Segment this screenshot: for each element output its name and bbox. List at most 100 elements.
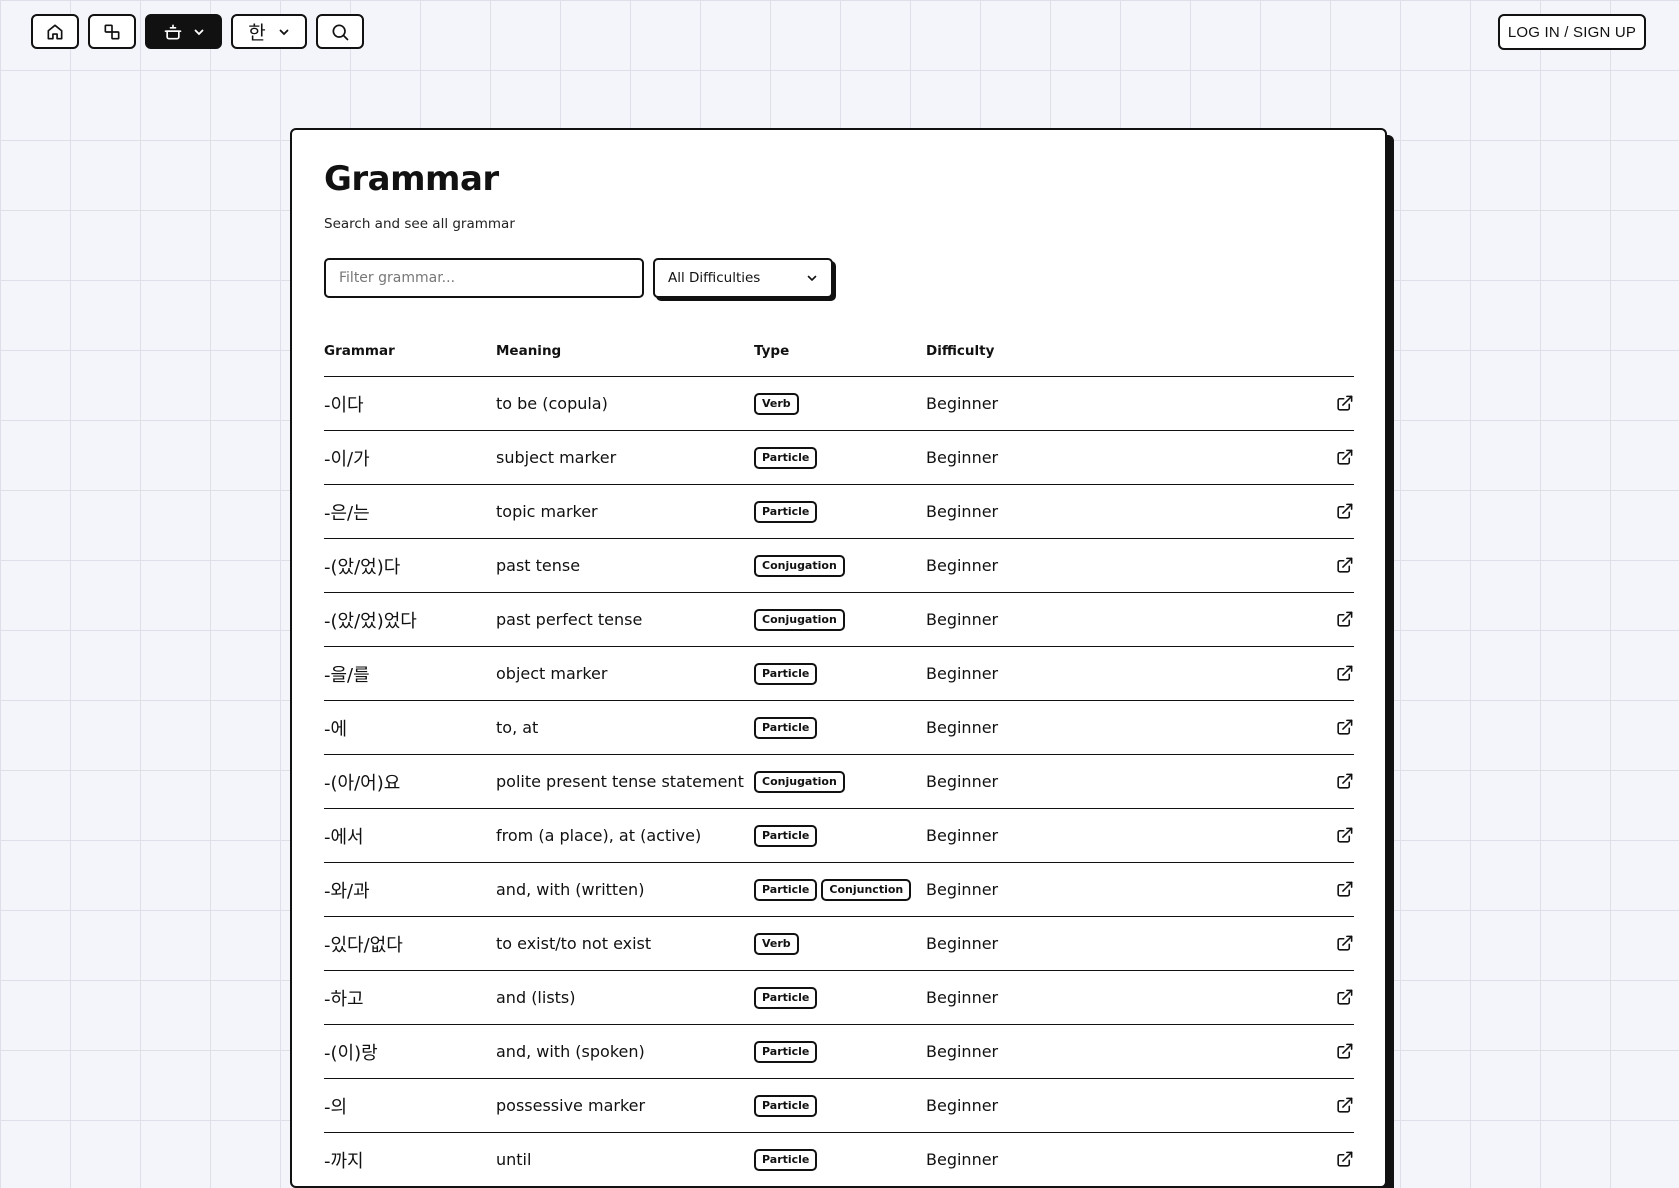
type-badge: Particle: [754, 986, 818, 1009]
type-cell: Particle: [754, 662, 926, 685]
chevron-down-icon: [279, 29, 289, 35]
type-badge: Conjunction: [821, 878, 912, 901]
external-link-icon[interactable]: [1335, 1096, 1354, 1115]
grammar-cell: -하고: [324, 988, 364, 1010]
type-cell: Particle: [754, 1040, 926, 1063]
external-link-icon[interactable]: [1335, 502, 1354, 521]
open-link-cell: [1316, 934, 1354, 953]
difficulty-cell: Beginner: [926, 826, 999, 845]
login-signup-button[interactable]: LOG IN / SIGN UP: [1498, 14, 1646, 50]
chevron-down-icon: [194, 29, 203, 35]
external-link-icon[interactable]: [1335, 934, 1354, 953]
table-header: Grammar Meaning Type Difficulty: [324, 326, 1354, 377]
table-row: -을/를 object marker Particle Beginner: [324, 647, 1354, 701]
meaning-cell: and, with (spoken): [496, 1042, 645, 1061]
meaning-cell: subject marker: [496, 448, 617, 467]
difficulty-cell: Beginner: [926, 934, 999, 953]
type-badge: Verb: [754, 392, 799, 415]
type-badge: Verb: [754, 932, 799, 955]
meaning-cell: possessive marker: [496, 1096, 646, 1115]
type-cell: Particle: [754, 446, 926, 469]
external-link-icon[interactable]: [1335, 718, 1354, 737]
type-cell: Particle: [754, 1094, 926, 1117]
external-link-icon[interactable]: [1335, 448, 1354, 467]
external-link-icon[interactable]: [1335, 556, 1354, 575]
type-cell: Particle: [754, 1148, 926, 1171]
home-icon: [47, 24, 63, 40]
type-cell: Conjugation: [754, 554, 926, 577]
external-link-icon[interactable]: [1335, 880, 1354, 899]
type-cell: Particle Conjunction: [754, 878, 926, 901]
table-row: -이/가 subject marker Particle Beginner: [324, 431, 1354, 485]
meaning-cell: to exist/to not exist: [496, 934, 652, 953]
grammar-cell: -을/를: [324, 664, 370, 686]
type-cell: Verb: [754, 932, 926, 955]
grammar-cell: -(았/었)다: [324, 556, 401, 578]
table-row: -(이)랑 and, with (spoken) Particle Beginner: [324, 1025, 1354, 1079]
grammar-cell: -까지: [324, 1150, 364, 1172]
filter-grammar-input[interactable]: [324, 258, 644, 298]
meaning-cell: to, at: [496, 718, 539, 737]
type-cell: Particle: [754, 500, 926, 523]
external-link-icon[interactable]: [1335, 394, 1354, 413]
table-row: -의 possessive marker Particle Beginner: [324, 1079, 1354, 1133]
page-title: Grammar: [324, 159, 499, 199]
grammar-cell: -와/과: [324, 880, 370, 902]
difficulty-cell: Beginner: [926, 1042, 999, 1061]
meaning-cell: from (a place), at (active): [496, 826, 702, 845]
difficulty-cell: Beginner: [926, 394, 999, 413]
filter-bar: All Difficulties: [324, 258, 1353, 298]
difficulty-cell: Beginner: [926, 556, 999, 575]
shapes-button[interactable]: [88, 14, 136, 49]
meaning-cell: past perfect tense: [496, 610, 643, 629]
meaning-cell: polite present tense statement: [496, 772, 744, 791]
type-badge: Particle: [754, 446, 818, 469]
type-badge: Particle: [754, 1094, 818, 1117]
type-badge: Particle: [754, 1148, 818, 1171]
shapes-icon: [104, 24, 120, 39]
external-link-icon[interactable]: [1335, 1042, 1354, 1061]
type-badge: Particle: [754, 878, 818, 901]
external-link-icon[interactable]: [1335, 988, 1354, 1007]
difficulty-cell: Beginner: [926, 448, 999, 467]
column-header-difficulty: Difficulty: [926, 343, 995, 359]
open-link-cell: [1316, 394, 1354, 413]
meaning-cell: and, with (written): [496, 880, 645, 899]
table-row: -있다/없다 to exist/to not exist Verb Beginner: [324, 917, 1354, 971]
type-badge: Particle: [754, 824, 818, 847]
chevron-down-icon: [807, 275, 817, 282]
column-header-type: Type: [754, 343, 790, 359]
home-button[interactable]: [31, 14, 79, 49]
external-link-icon[interactable]: [1335, 826, 1354, 845]
top-nav: 한: [31, 14, 364, 49]
language-label: 한: [248, 22, 266, 44]
open-link-cell: [1316, 772, 1354, 791]
difficulty-cell: Beginner: [926, 880, 999, 899]
grammar-cell: -에서: [324, 826, 364, 848]
grammar-cell: -에: [324, 718, 348, 740]
open-link-cell: [1316, 718, 1354, 737]
external-link-icon[interactable]: [1335, 664, 1354, 683]
search-button[interactable]: [316, 14, 364, 49]
external-link-icon[interactable]: [1335, 772, 1354, 791]
cooking-dropdown-button[interactable]: [145, 14, 222, 49]
language-dropdown-button[interactable]: 한: [231, 14, 307, 49]
column-header-grammar: Grammar: [324, 343, 395, 359]
table-body: -이다 to be (copula) Verb Beginner -이/가 subject…: [324, 377, 1354, 1187]
type-cell: Verb: [754, 392, 926, 415]
external-link-icon[interactable]: [1335, 610, 1354, 629]
difficulty-cell: Beginner: [926, 664, 999, 683]
grammar-cell: -(이)랑: [324, 1042, 378, 1064]
type-badge: Particle: [754, 500, 818, 523]
pot-icon: [164, 24, 181, 39]
table-row: -에 to, at Particle Beginner: [324, 701, 1354, 755]
page-subtitle: Search and see all grammar: [324, 216, 515, 232]
open-link-cell: [1316, 448, 1354, 467]
difficulty-select[interactable]: All Difficulties: [653, 258, 833, 298]
table-row: -에서 from (a place), at (active) Particle Be…: [324, 809, 1354, 863]
grammar-table: Grammar Meaning Type Difficulty -이다 to be…: [324, 326, 1354, 1187]
grammar-cell: -있다/없다: [324, 934, 403, 956]
meaning-cell: object marker: [496, 664, 608, 683]
open-link-cell: [1316, 556, 1354, 575]
type-badge: Conjugation: [754, 608, 845, 631]
